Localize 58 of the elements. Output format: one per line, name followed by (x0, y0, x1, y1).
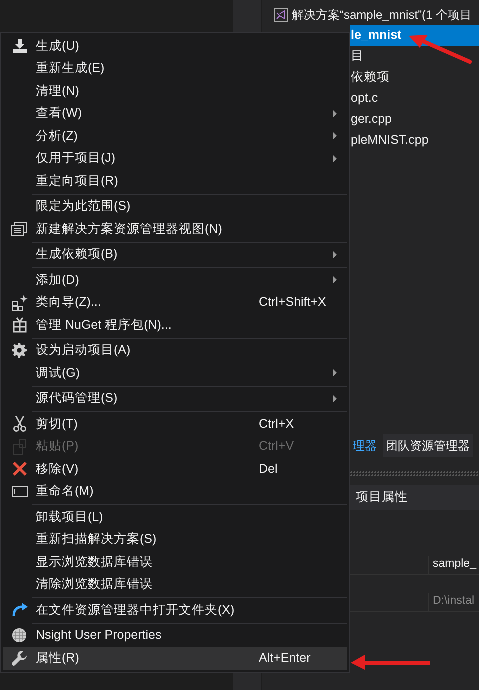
menu-item[interactable]: 重定向项目(R) (3, 170, 347, 192)
submenu-arrow-icon (333, 250, 337, 259)
menu-item[interactable]: 仅用于项目(J) (3, 148, 347, 170)
submenu-arrow-icon (333, 110, 337, 118)
menu-item[interactable]: 显示浏览数据库错误 (3, 551, 347, 574)
menu-item[interactable]: 限定为此范围(S) (3, 196, 347, 218)
menu-item[interactable]: 清除浏览数据库错误 (3, 574, 347, 596)
property-value: sample_ (428, 556, 476, 574)
tree-item[interactable]: opt.c (351, 89, 378, 108)
submenu-arrow-icon (333, 369, 337, 378)
scissors-icon (12, 416, 26, 432)
globe-icon (12, 628, 27, 644)
submenu-arrow-icon (333, 394, 337, 403)
menu-item[interactable]: 重命名(M) (3, 480, 347, 503)
submenu-arrow-icon (333, 154, 337, 163)
menu-item[interactable]: 属性(R) Alt+Enter (3, 647, 347, 670)
tree-item[interactable]: le_mnist (350, 25, 479, 46)
menu-item[interactable]: 生成(U) (3, 35, 347, 58)
window-icon (11, 222, 28, 237)
menu-item[interactable]: 在文件资源管理器中打开文件夹(X) (3, 599, 347, 622)
menu-item[interactable]: 卸载项目(L) (3, 506, 347, 528)
panel-title: 项目属性 (350, 485, 479, 510)
tree-item[interactable]: 解决方案“sample_mnist”(1 个项目 (292, 6, 472, 24)
tree-item[interactable]: 依赖项 (351, 68, 390, 87)
settings-icon (12, 343, 27, 358)
clipboard-icon (12, 438, 26, 455)
tree-item[interactable]: 目 (351, 47, 364, 66)
menu-item[interactable]: 调试(G) (3, 362, 347, 384)
menu-item[interactable]: 设为启动项目(A) (3, 340, 347, 362)
menu-item[interactable]: 新建解决方案资源管理器视图(N) (3, 218, 347, 240)
menu-item[interactable]: 重新生成(E) (3, 58, 347, 80)
rename-icon (12, 486, 28, 498)
menu-item[interactable]: 移除(V) Del (3, 458, 347, 480)
panel-tab[interactable]: 团队资源管理器 (383, 434, 473, 457)
submenu-arrow-icon (333, 276, 337, 284)
tree-item[interactable]: ger.cpp (351, 110, 392, 129)
menu-item[interactable]: 管理 NuGet 程序包(N)... (3, 314, 347, 336)
pointer-arrow (408, 34, 472, 64)
menu-item[interactable]: 类向导(Z)... Ctrl+Shift+X (3, 292, 347, 314)
build-icon (12, 38, 28, 54)
solution-icon (274, 8, 288, 22)
menu-item[interactable]: 添加(D) (3, 269, 347, 292)
property-value: D:\instal (428, 593, 475, 611)
wrench-icon (12, 650, 27, 666)
curved-arrow-icon (12, 603, 28, 618)
tree-item[interactable]: pleMNIST.cpp (351, 131, 429, 150)
package-icon (12, 317, 26, 334)
menu-item[interactable]: 生成依赖项(B) (3, 244, 347, 266)
menu-item[interactable]: Nsight User Properties (3, 624, 347, 647)
menu-item[interactable]: 重新扫描解决方案(S) (3, 528, 347, 551)
menu-item[interactable]: 剪切(T) Ctrl+X (3, 413, 347, 436)
menu-item[interactable]: 清理(N) (3, 80, 347, 102)
menu-item[interactable]: 查看(W) (3, 102, 347, 125)
class-sparkle-icon (12, 294, 28, 311)
submenu-arrow-icon (333, 132, 337, 140)
close-icon (12, 462, 26, 476)
menu-item[interactable]: 源代码管理(S) (3, 388, 347, 410)
menu-item[interactable]: 分析(Z) (3, 125, 347, 148)
